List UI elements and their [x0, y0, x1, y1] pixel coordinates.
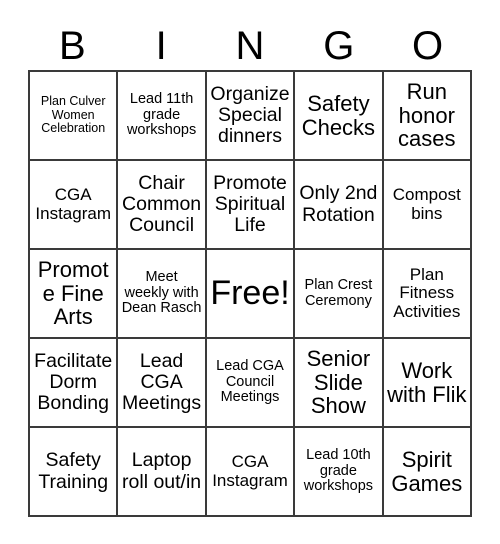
bingo-cell[interactable]: Lead CGA Meetings [118, 339, 207, 428]
bingo-cell-label: Spirit Games [391, 446, 463, 496]
bingo-cell-label: Free! [210, 274, 290, 313]
bingo-cell-label: Safety Training [38, 449, 109, 493]
bingo-cell[interactable]: Work with Flik [383, 339, 472, 428]
bingo-cell[interactable]: Plan Crest Ceremony [295, 250, 384, 339]
bingo-header-letter-o: O [412, 24, 444, 68]
bingo-cell-label: Organize Special dinners [210, 82, 290, 148]
bingo-cell-label: Lead 10th grade workshops [303, 447, 374, 495]
bingo-cell[interactable]: Run honor cases [383, 72, 472, 161]
bingo-free-space[interactable]: Free! [206, 250, 296, 339]
bingo-cell[interactable]: Promote Fine Arts [30, 250, 119, 339]
bingo-cell[interactable]: Safety Training [30, 428, 119, 517]
bingo-cell[interactable]: Lead 10th grade workshops [295, 428, 384, 517]
bingo-cell-label: Lead CGA Council Meetings [216, 358, 284, 406]
bingo-cell[interactable]: CGA Instagram [206, 428, 296, 517]
bingo-header-letter-b: B [59, 24, 86, 68]
bingo-cell[interactable]: Laptop roll out/in [118, 428, 207, 517]
bingo-cell[interactable]: CGA Instagram [30, 161, 119, 250]
bingo-cell[interactable]: Lead 11th grade workshops [118, 72, 207, 161]
bingo-header-letter-n: N [235, 24, 265, 68]
bingo-cell-label: Safety Checks [301, 90, 376, 140]
bingo-cell-label: Only 2nd Rotation [299, 182, 378, 226]
bingo-cell-label: CGA Instagram [212, 452, 288, 490]
bingo-cell-label: Compost bins [392, 185, 461, 223]
bingo-cell[interactable]: Senior Slide Show [295, 339, 384, 428]
bingo-grid: Plan Culver Women Celebration Lead 11th g… [28, 70, 472, 517]
bingo-cell-label: Lead CGA Meetings [122, 349, 202, 415]
bingo-cell[interactable]: Only 2nd Rotation [295, 161, 384, 250]
bingo-cell[interactable]: Chair Common Council [118, 161, 207, 250]
bingo-cell[interactable]: Organize Special dinners [206, 72, 296, 161]
bingo-cell-label: Facilitate Dorm Bonding [34, 349, 113, 415]
bingo-cell-label: Meet weekly with Dean Rasch [121, 269, 202, 317]
bingo-cell-label: Run honor cases [398, 78, 456, 152]
bingo-cell-label: Promote Spiritual Life [213, 171, 287, 237]
bingo-cell[interactable]: Safety Checks [295, 72, 384, 161]
bingo-cell-label: CGA Instagram [35, 185, 111, 223]
bingo-cell[interactable]: Spirit Games [383, 428, 472, 517]
bingo-cell-label: Plan Crest Ceremony [304, 276, 373, 309]
bingo-cell[interactable]: Plan Fitness Activities [383, 250, 472, 339]
bingo-header-letter-g: G [323, 24, 355, 68]
bingo-cell[interactable]: Compost bins [383, 161, 472, 250]
bingo-cell-label: Lead 11th grade workshops [126, 91, 197, 139]
bingo-cell[interactable]: Facilitate Dorm Bonding [30, 339, 119, 428]
bingo-cell-label: Plan Culver Women Celebration [40, 94, 106, 136]
bingo-cell[interactable]: Lead CGA Council Meetings [206, 339, 296, 428]
bingo-cell-label: Senior Slide Show [306, 345, 371, 419]
bingo-header-letter-i: I [155, 24, 167, 68]
bingo-cell-label: Work with Flik [387, 357, 467, 407]
bingo-cell-label: Promote Fine Arts [37, 256, 109, 330]
bingo-card: B I N G O Plan Culver Women Celebration Lead … [0, 0, 500, 544]
bingo-cell-label: Chair Common Council [122, 171, 202, 237]
bingo-cell-label: Plan Fitness Activities [393, 264, 461, 321]
bingo-header: BINGO [28, 22, 472, 70]
bingo-cell[interactable]: Meet weekly with Dean Rasch [118, 250, 207, 339]
bingo-cell-label: Laptop roll out/in [122, 449, 202, 493]
bingo-cell[interactable]: Plan Culver Women Celebration [30, 72, 119, 161]
bingo-cell[interactable]: Promote Spiritual Life [206, 161, 296, 250]
